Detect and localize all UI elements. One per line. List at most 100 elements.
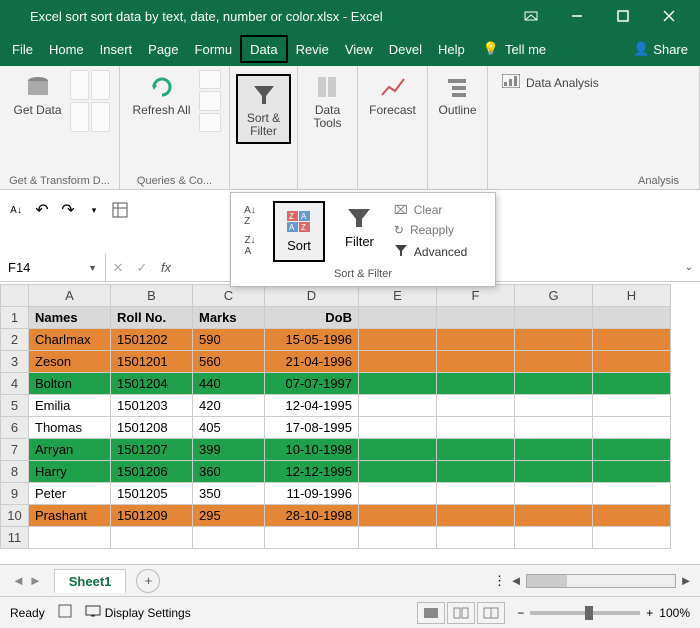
cell[interactable]	[359, 505, 437, 527]
cell[interactable]	[515, 505, 593, 527]
cell[interactable]: Charlmax	[29, 329, 111, 351]
sort-asc-button[interactable]: A↓Z	[244, 205, 256, 227]
column-header[interactable]: C	[193, 285, 265, 307]
queries-small-buttons[interactable]	[199, 70, 221, 132]
column-header[interactable]: G	[515, 285, 593, 307]
cell[interactable]	[515, 483, 593, 505]
ribbon-display-options-button[interactable]	[508, 0, 554, 32]
row-header[interactable]: 2	[1, 329, 29, 351]
undo-icon[interactable]: ↶	[32, 200, 52, 220]
cell[interactable]: 405	[193, 417, 265, 439]
column-header[interactable]: D	[265, 285, 359, 307]
cell[interactable]	[437, 395, 515, 417]
cell[interactable]	[437, 351, 515, 373]
cell[interactable]: Emilia	[29, 395, 111, 417]
cell[interactable]: 399	[193, 439, 265, 461]
outline-button[interactable]: Outline	[430, 70, 486, 119]
sort-az-icon[interactable]: A↓	[6, 200, 26, 220]
prev-sheet-button[interactable]: ◄	[12, 573, 25, 588]
select-all-corner[interactable]	[1, 285, 29, 307]
cell[interactable]	[515, 373, 593, 395]
column-header[interactable]: B	[111, 285, 193, 307]
cell[interactable]	[265, 527, 359, 549]
sheet-tab-active[interactable]: Sheet1	[54, 569, 127, 593]
cell[interactable]	[437, 527, 515, 549]
view-normal-button[interactable]	[417, 602, 445, 624]
row-header[interactable]: 1	[1, 307, 29, 329]
forecast-button[interactable]: Forecast	[365, 70, 421, 119]
cell[interactable]	[515, 461, 593, 483]
cell[interactable]	[437, 329, 515, 351]
advanced-filter-button[interactable]: Advanced	[394, 243, 467, 260]
filter-button[interactable]: Filter	[337, 201, 382, 262]
cell[interactable]	[593, 439, 671, 461]
cell[interactable]	[515, 417, 593, 439]
cell[interactable]	[515, 395, 593, 417]
row-header[interactable]: 8	[1, 461, 29, 483]
horizontal-scrollbar[interactable]: ⋮ ◄ ►	[493, 573, 700, 589]
accessibility-icon[interactable]	[57, 603, 73, 622]
cell[interactable]: 15-05-1996	[265, 329, 359, 351]
cell[interactable]: 560	[193, 351, 265, 373]
zoom-in-button[interactable]: +	[646, 606, 653, 620]
cell[interactable]	[359, 329, 437, 351]
cell[interactable]	[593, 461, 671, 483]
worksheet-grid[interactable]: ABCDEFGH 1NamesRoll No.MarksDoB2Charlmax…	[0, 284, 700, 564]
cell[interactable]	[359, 373, 437, 395]
sort-desc-button[interactable]: Z↓A	[244, 235, 255, 257]
row-header[interactable]: 3	[1, 351, 29, 373]
cell[interactable]: DoB	[265, 307, 359, 329]
tab-insert[interactable]: Insert	[92, 35, 141, 63]
cell[interactable]	[359, 439, 437, 461]
cell[interactable]: 360	[193, 461, 265, 483]
cell[interactable]	[437, 439, 515, 461]
cell[interactable]	[593, 329, 671, 351]
cell[interactable]: 1501204	[111, 373, 193, 395]
cell[interactable]: 1501203	[111, 395, 193, 417]
tab-data[interactable]: Data	[240, 35, 287, 63]
cell[interactable]	[359, 351, 437, 373]
cell[interactable]: 1501201	[111, 351, 193, 373]
cell[interactable]: 12-04-1995	[265, 395, 359, 417]
column-header[interactable]: H	[593, 285, 671, 307]
tab-home[interactable]: Home	[41, 35, 92, 63]
cell[interactable]: 21-04-1996	[265, 351, 359, 373]
sort-dialog-button[interactable]: ZAAZ Sort	[273, 201, 325, 262]
cell[interactable]: Roll No.	[111, 307, 193, 329]
cell[interactable]	[593, 307, 671, 329]
tab-page-layout[interactable]: Page	[140, 35, 186, 63]
cell[interactable]: Names	[29, 307, 111, 329]
cell[interactable]	[437, 307, 515, 329]
view-page-break-button[interactable]	[477, 602, 505, 624]
view-page-layout-button[interactable]	[447, 602, 475, 624]
maximize-button[interactable]	[600, 0, 646, 32]
tab-view[interactable]: View	[337, 35, 381, 63]
cell[interactable]: 1501205	[111, 483, 193, 505]
customize-qat-icon[interactable]: ▾	[84, 200, 104, 220]
cell[interactable]: 12-12-1995	[265, 461, 359, 483]
cell[interactable]	[359, 483, 437, 505]
cell[interactable]	[359, 395, 437, 417]
zoom-level[interactable]: 100%	[659, 606, 690, 620]
cell[interactable]	[359, 307, 437, 329]
get-data-small-buttons[interactable]	[70, 70, 110, 132]
row-header[interactable]: 10	[1, 505, 29, 527]
zoom-slider[interactable]	[530, 611, 640, 615]
cell[interactable]	[515, 351, 593, 373]
insert-function-button[interactable]: fx	[154, 260, 178, 275]
cell[interactable]	[437, 373, 515, 395]
tab-help[interactable]: Help	[430, 35, 473, 63]
name-box-dropdown-icon[interactable]: ▼	[88, 263, 97, 273]
column-header[interactable]: A	[29, 285, 111, 307]
get-data-button[interactable]: Get Data	[9, 70, 65, 119]
cell[interactable]	[593, 373, 671, 395]
cell[interactable]: Zeson	[29, 351, 111, 373]
cell[interactable]	[515, 329, 593, 351]
tab-developer[interactable]: Devel	[381, 35, 430, 63]
cell[interactable]: 590	[193, 329, 265, 351]
row-header[interactable]: 11	[1, 527, 29, 549]
next-sheet-button[interactable]: ►	[29, 573, 42, 588]
cell[interactable]	[437, 417, 515, 439]
minimize-button[interactable]	[554, 0, 600, 32]
cell[interactable]	[111, 527, 193, 549]
